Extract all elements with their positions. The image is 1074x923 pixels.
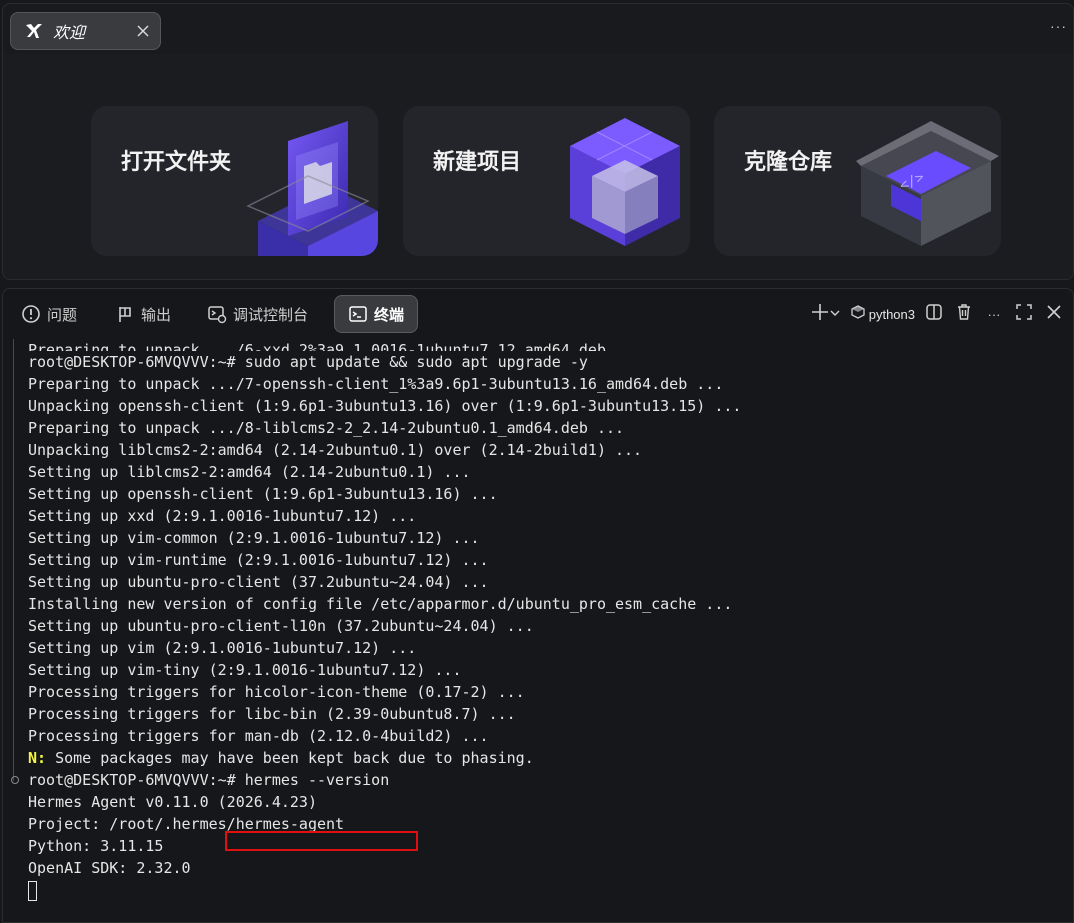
tab-welcome-label: 欢迎 (53, 25, 86, 42)
panel-toolbar: python3 ··· (807, 299, 1073, 329)
maximize-icon (1015, 303, 1033, 326)
tab-problems-label: 问题 (47, 305, 78, 324)
new-project-label: 新建项目 (433, 150, 522, 175)
warning-text: Some packages may have been kept back du… (46, 749, 534, 767)
terminal-line: Processing triggers for hicolor-icon-the… (28, 683, 525, 701)
terminal-line: Unpacking liblcms2-2:amd64 (2.14-2ubuntu… (28, 441, 643, 459)
terminal-line: Preparing to unpack .../7-openssh-client… (28, 375, 724, 393)
repo-illustration-icon: </> (856, 121, 999, 246)
terminal-icon (348, 304, 368, 324)
open-folder-label: 打开文件夹 (121, 150, 232, 175)
terminal-line: Preparing to unpack .../6-xxd_2%3a9.1.00… (28, 341, 643, 351)
chevron-down-icon (830, 305, 840, 323)
editor-tabbar: 欢迎 ··· (3, 4, 1073, 54)
debug-console-icon (207, 304, 227, 324)
trae-logo-icon (23, 20, 45, 42)
tab-terminal[interactable]: 终端 (334, 295, 419, 333)
folder-illustration-icon (246, 121, 378, 256)
terminal-line: Setting up openssh-client (1:9.6p1-3ubun… (28, 485, 498, 503)
terminal-warning-line: N: Some packages may have been kept back… (28, 747, 1073, 769)
editor-more-actions-icon[interactable]: ··· (1050, 18, 1067, 34)
terminal-line: Processing triggers for libc-bin (2.39-0… (28, 705, 516, 723)
cube-illustration-icon (570, 118, 680, 246)
command-status-icon (11, 776, 19, 784)
editor-area: 欢迎 ··· 打开文件夹 新建项目 克隆仓库 </> (2, 3, 1074, 280)
close-icon[interactable] (134, 22, 152, 40)
terminal-output-line: OpenAI SDK: 2.32.0 (28, 859, 191, 877)
tab-debug-console-label: 调试控制台 (233, 305, 309, 324)
more-actions-button[interactable]: ··· (983, 299, 1005, 329)
terminal-command: # hermes --version (226, 771, 390, 789)
tab-debug-console[interactable]: 调试控制台 (207, 295, 308, 333)
tab-output[interactable]: 输出 (115, 295, 171, 333)
split-icon (925, 303, 943, 326)
terminal-line: root@DESKTOP-6MVQVVV:~# sudo apt update … (28, 353, 588, 371)
terminal-profile-label: python3 (868, 306, 915, 322)
terminal-line: Setting up ubuntu-pro-client (37.2ubuntu… (28, 573, 489, 591)
terminal-line: Setting up liblcms2-2:amd64 (2.14-2ubunt… (28, 463, 471, 481)
kill-terminal-button[interactable] (953, 299, 975, 329)
terminal-lines: root@DESKTOP-6MVQVVV:~# sudo apt update … (28, 351, 1073, 747)
terminal-line: Setting up ubuntu-pro-client-l10n (37.2u… (28, 617, 534, 635)
terminal-line: Setting up vim-runtime (2:9.1.0016-1ubun… (28, 551, 489, 569)
close-icon (1046, 304, 1062, 325)
tab-welcome[interactable]: 欢迎 (10, 12, 161, 50)
terminal-profile-button[interactable]: python3 (851, 299, 915, 329)
terminal-prompt: root@DESKTOP-6MVQVVV:~ (28, 771, 227, 789)
terminal-output[interactable]: Preparing to unpack .../6-xxd_2%3a9.1.00… (3, 339, 1073, 922)
new-terminal-button[interactable] (807, 299, 843, 329)
terminal-line: Installing new version of config file /e… (28, 595, 733, 613)
terminal-output-line: Project: /root/.hermes/hermes-agent (28, 815, 345, 833)
maximize-panel-button[interactable] (1013, 299, 1035, 329)
new-project-card[interactable]: 新建项目 (403, 106, 690, 256)
tab-output-label: 输出 (141, 305, 172, 324)
trash-icon (955, 303, 973, 326)
terminal-command-output: Hermes Agent v0.11.0 (2026.4.23) Project:… (28, 791, 1073, 879)
warning-prefix: N: (28, 749, 47, 767)
terminal-command-line: root@DESKTOP-6MVQVVV:~# hermes --version (11, 769, 1073, 791)
bottom-panel: 问题 输出 调试控制台 终端 python3 ··· Preparing to … (2, 288, 1074, 923)
tab-terminal-label: 终端 (374, 305, 405, 324)
plus-icon (810, 302, 830, 327)
terminal-output-line: Python: 3.11.15 (28, 837, 164, 855)
welcome-cards: 打开文件夹 新建项目 克隆仓库 </> (3, 54, 1073, 279)
terminal-output-line: Hermes Agent v0.11.0 (2026.4.23) (28, 793, 317, 811)
clone-repo-label: 克隆仓库 (744, 150, 833, 175)
terminal-cursor (28, 880, 37, 901)
terminal-line: Setting up xxd (2:9.1.0016-1ubuntu7.12) … (28, 507, 417, 525)
info-circle-icon (21, 304, 41, 324)
terminal-input-line[interactable] (28, 879, 1073, 901)
terminal-line: Unpacking openssh-client (1:9.6p1-3ubunt… (28, 397, 742, 415)
panel-tabbar: 问题 输出 调试控制台 终端 python3 ··· (3, 289, 1073, 339)
split-terminal-button[interactable] (923, 299, 945, 329)
gutter-bar (13, 339, 14, 781)
terminal-line: Preparing to unpack .../8-liblcms2-2_2.1… (28, 419, 625, 437)
clone-repo-card[interactable]: 克隆仓库 </> (714, 106, 1001, 256)
open-folder-card[interactable]: 打开文件夹 (91, 106, 378, 256)
tab-problems[interactable]: 问题 (21, 295, 77, 333)
more-actions-icon: ··· (987, 306, 1001, 322)
terminal-line: Setting up vim (2:9.1.0016-1ubuntu7.12) … (28, 639, 417, 657)
python-cube-icon (851, 304, 865, 324)
terminal-line: Setting up vim-tiny (2:9.1.0016-1ubuntu7… (28, 661, 462, 679)
terminal-line: Setting up vim-common (2:9.1.0016-1ubunt… (28, 529, 480, 547)
command-highlight-box (225, 831, 418, 851)
terminal-line: Processing triggers for man-db (2.12.0-4… (28, 727, 489, 745)
close-panel-button[interactable] (1043, 299, 1065, 329)
output-flag-icon (115, 304, 135, 324)
